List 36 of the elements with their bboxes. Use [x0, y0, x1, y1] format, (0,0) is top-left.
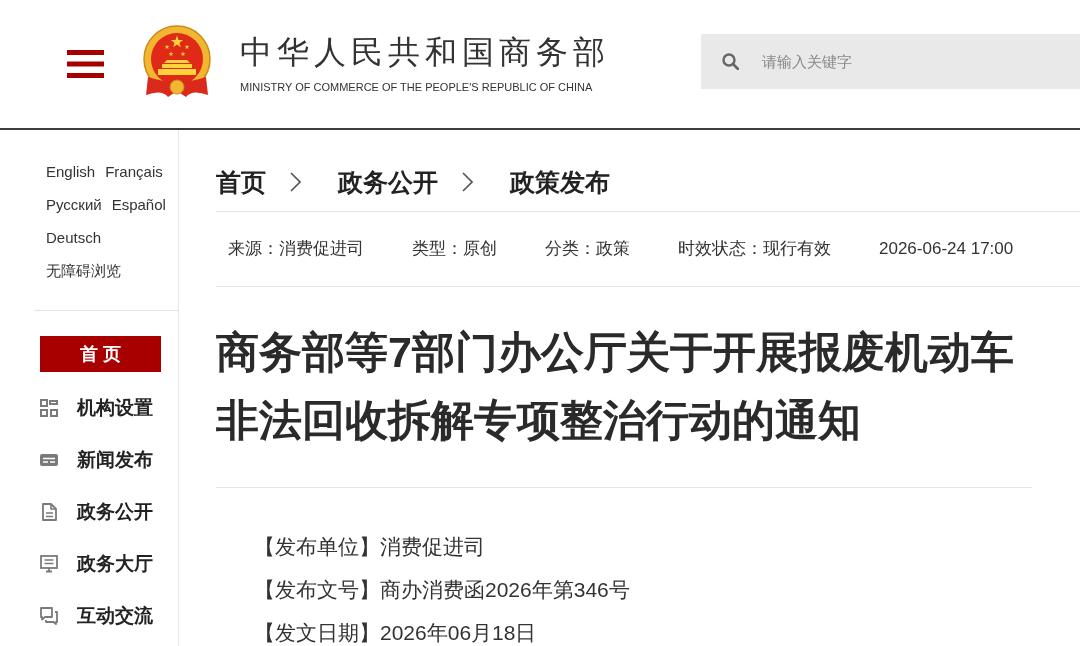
- search-icon: [722, 53, 739, 70]
- home-button[interactable]: 首 页: [40, 336, 161, 372]
- language-link[interactable]: Русский: [46, 194, 102, 215]
- monitor-icon: [40, 555, 58, 573]
- meta-text: 2026-06-24 17:00: [879, 238, 1014, 260]
- meta-text: 分类：政策: [545, 238, 630, 260]
- search-field[interactable]: 请输入关键字: [701, 34, 1080, 89]
- meta-text: 类型：原创: [412, 238, 497, 260]
- breadcrumb-link[interactable]: 政务公开: [338, 167, 438, 197]
- nav-link[interactable]: 政务大厅: [77, 551, 153, 577]
- language-link[interactable]: Français: [105, 161, 163, 182]
- chat-icon: [40, 607, 58, 625]
- nav-link[interactable]: 机构设置: [77, 395, 153, 421]
- chevron-right-icon: [462, 172, 473, 192]
- breadcrumb-link[interactable]: 首页: [216, 167, 266, 197]
- info-line: 【发布单位】消费促进司: [254, 534, 485, 560]
- site-subtitle: MINISTRY OF COMMERCE OF THE PEOPLE'S REPUBLIC OF CHINA: [240, 80, 594, 94]
- info-line: 【发文日期】2026年06月18日: [254, 620, 537, 646]
- language-link[interactable]: 无障碍浏览: [46, 260, 121, 281]
- grid-icon: [40, 399, 58, 417]
- breadcrumb-link[interactable]: 政策发布: [510, 167, 610, 197]
- info-line: 【发布文号】商办消费函2026年第346号: [254, 577, 630, 603]
- site-title: 中华人民共和国商务部: [240, 34, 610, 70]
- article-title: 商务部等7部门办公厅关于开展报废机动车非法回收拆解专项整治行动的通知: [216, 327, 1015, 446]
- meta-text: 来源：消费促进司: [228, 238, 364, 260]
- chevron-right-icon: [290, 172, 301, 192]
- nav-link[interactable]: 政务公开: [77, 499, 153, 525]
- nav-link[interactable]: 互动交流: [77, 603, 153, 629]
- nav-link[interactable]: 新闻发布: [77, 447, 153, 473]
- language-link[interactable]: Deutsch: [46, 227, 102, 248]
- table-icon: [40, 451, 58, 469]
- language-link[interactable]: English: [46, 161, 96, 182]
- meta-text: 时效状态：现行有效: [678, 238, 831, 260]
- language-link[interactable]: Español: [111, 194, 166, 215]
- document-icon: [40, 503, 58, 521]
- menu-icon[interactable]: [67, 50, 104, 78]
